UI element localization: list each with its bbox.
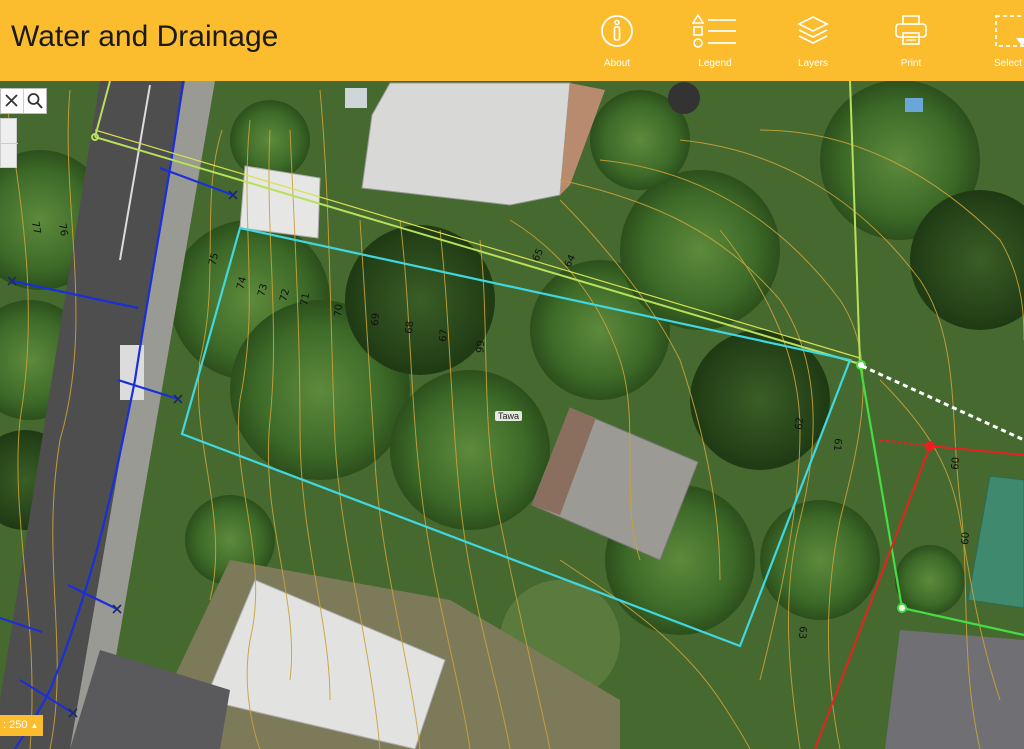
app-header: Water and Drainage About Legend Layers P…: [0, 0, 1024, 81]
zoom-in-button[interactable]: [1, 119, 18, 143]
contour-label: 66: [473, 340, 485, 354]
printer-icon: [895, 15, 927, 45]
zoom-out-button[interactable]: [1, 144, 18, 168]
parcel-label[interactable]: Tawa: [495, 411, 523, 421]
contour-label: 60: [950, 457, 962, 471]
close-icon: [5, 94, 18, 107]
print-button[interactable]: Print: [871, 0, 951, 81]
contour-label: 68: [404, 321, 416, 335]
contour-label: 67: [438, 329, 450, 343]
contour-label: 63: [796, 626, 808, 640]
wastewater-manhole: [925, 441, 935, 451]
search-icon: [27, 93, 43, 109]
contour-label: 77: [29, 221, 42, 235]
legend-icon: [692, 14, 736, 48]
zoom-control: [0, 118, 18, 168]
legend-label: Legend: [698, 58, 732, 69]
layers-button[interactable]: Layers: [773, 0, 853, 81]
contour-label: 61: [831, 438, 843, 452]
about-label: About: [603, 58, 631, 69]
info-icon: [601, 15, 633, 47]
contour-label: 62: [794, 417, 806, 431]
contour-label: 69: [370, 313, 382, 327]
select-region-icon: [995, 15, 1024, 47]
app-title: Water and Drainage: [11, 20, 279, 53]
chevron-up-icon: ▲: [30, 721, 39, 730]
layers-icon: [797, 16, 829, 44]
layers-label: Layers: [797, 58, 828, 69]
service-node: [897, 603, 907, 613]
about-button[interactable]: About: [577, 0, 657, 81]
scale-selector[interactable]: : 250 ▲: [0, 715, 43, 736]
map-search-box: [0, 88, 47, 114]
contour-label: 71: [299, 292, 312, 306]
print-label: Print: [900, 58, 922, 69]
select-button[interactable]: Select: [984, 0, 1024, 81]
select-label: Select: [994, 58, 1022, 69]
contour-label: 76: [56, 223, 69, 237]
clear-search-button[interactable]: [1, 89, 24, 113]
map-view[interactable]: 77 76 75 74 73 72 71 70 69 68 67 66 65 6…: [0, 81, 1024, 749]
contour-label: 60: [960, 532, 972, 546]
scale-label: : 250: [3, 719, 28, 731]
legend-button[interactable]: Legend: [675, 0, 755, 81]
search-button[interactable]: [24, 89, 46, 113]
contour-label: 70: [333, 304, 345, 318]
